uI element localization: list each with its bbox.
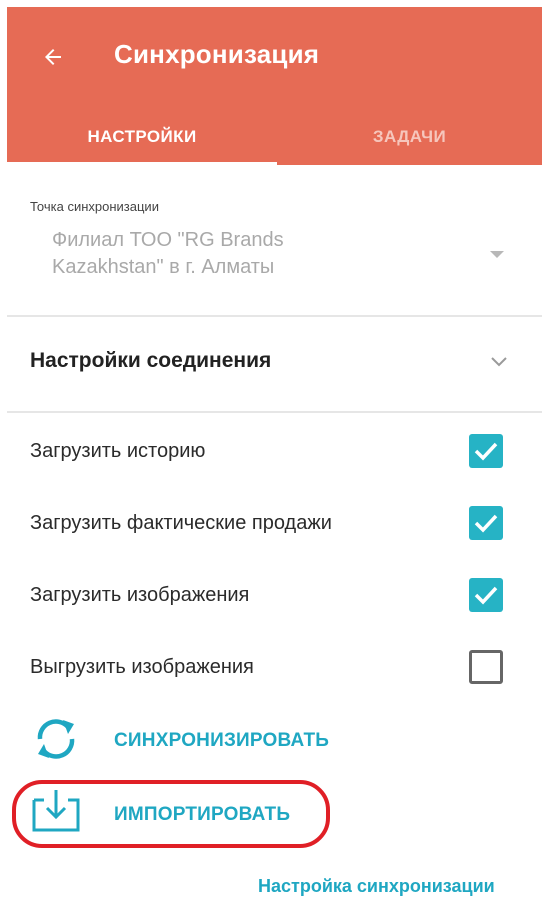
tab-settings[interactable]: НАСТРОЙКИ — [7, 112, 277, 162]
active-tab-indicator — [7, 162, 277, 166]
sync-settings-link[interactable]: Настройка синхронизации — [258, 876, 495, 897]
checkmark-icon — [474, 514, 498, 533]
checkmark-icon — [474, 442, 498, 461]
dropdown-arrow-icon[interactable] — [490, 251, 504, 258]
option-label-load-actual-sales: Загрузить фактические продажи — [30, 512, 332, 534]
tab-tasks[interactable]: ЗАДАЧИ — [277, 112, 542, 162]
checkbox-load-images[interactable] — [469, 578, 503, 612]
checkbox-load-history[interactable] — [469, 434, 503, 468]
sync-point-value-line2: Kazakhstan" в г. Алматы — [52, 256, 275, 278]
highlight-annotation — [12, 780, 330, 848]
connection-settings-header[interactable]: Настройки соединения — [30, 349, 271, 373]
chevron-down-icon[interactable] — [490, 356, 508, 368]
option-label-upload-images: Выгрузить изображения — [30, 656, 254, 678]
sync-point-value-line1: Филиал ТОО "RG Brands — [52, 229, 284, 251]
checkbox-upload-images[interactable] — [469, 650, 503, 684]
sync-point-select[interactable]: Филиал ТОО "RG Brands Kazakhstan" в г. А… — [52, 227, 452, 281]
divider — [7, 411, 542, 413]
sync-button-label: СИНХРОНИЗИРОВАТЬ — [114, 730, 330, 751]
sync-point-caption: Точка синхронизации — [30, 199, 159, 214]
sync-icon — [37, 719, 75, 759]
sync-screen: Синхронизация НАСТРОЙКИ ЗАДАЧИ Точка син… — [0, 0, 542, 901]
checkmark-icon — [474, 586, 498, 605]
option-label-load-images: Загрузить изображения — [30, 584, 250, 606]
arrow-left-icon — [45, 49, 61, 65]
back-button[interactable] — [31, 35, 75, 79]
page-title: Синхронизация — [114, 39, 320, 69]
option-label-load-history: Загрузить историю — [30, 440, 206, 462]
sync-button[interactable]: СИНХРОНИЗИРОВАТЬ — [30, 712, 510, 772]
app-bar: Синхронизация НАСТРОЙКИ ЗАДАЧИ — [7, 7, 542, 166]
checkbox-load-actual-sales[interactable] — [469, 506, 503, 540]
divider — [7, 315, 542, 317]
